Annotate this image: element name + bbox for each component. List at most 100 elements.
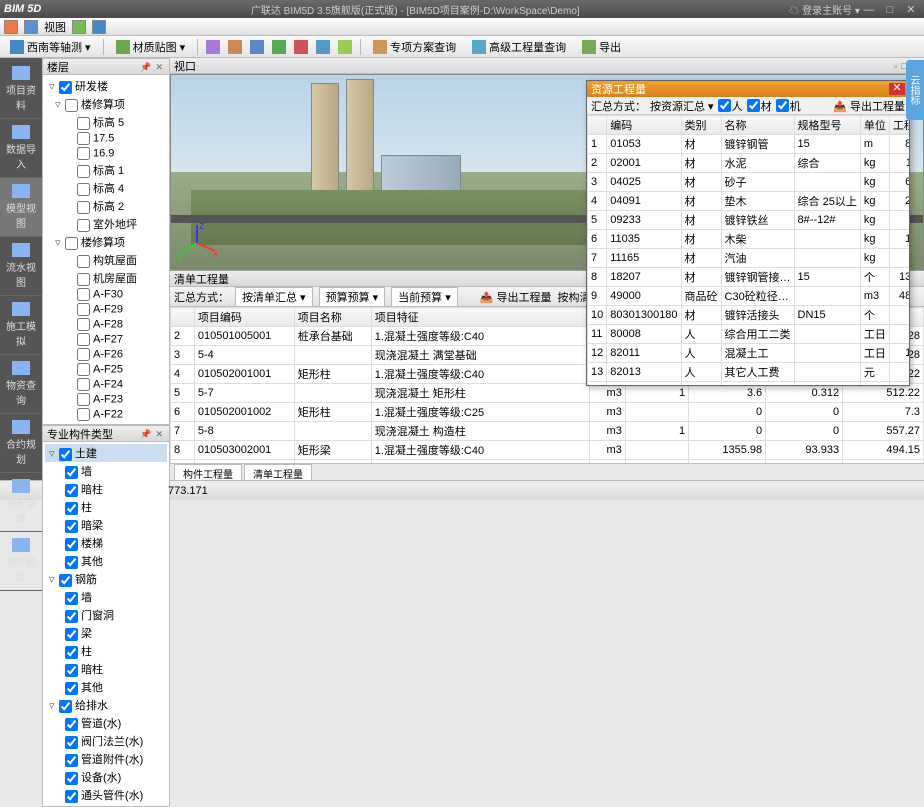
- tree-node[interactable]: A-F30: [45, 287, 167, 302]
- resource-table[interactable]: 编码类别名称规格型号单位工程量单价合价(元)101053材镀锌钢管15m862.…: [587, 115, 909, 385]
- res-export-button[interactable]: 📤 导出工程量: [833, 98, 905, 114]
- tree-node[interactable]: 17.5: [45, 131, 167, 146]
- tree-node[interactable]: 标高 4: [45, 179, 167, 197]
- nav-合约规划[interactable]: 合约规划: [0, 414, 42, 473]
- table-row[interactable]: 80105030020​01矩形梁1.混凝土强度等级:C40m31355.989…: [171, 441, 924, 460]
- qty-current-select[interactable]: 当前预算 ▾: [391, 287, 458, 307]
- tree-node[interactable]: 标高 1: [45, 161, 167, 179]
- tree-node[interactable]: 暗梁: [45, 516, 167, 534]
- type-tree[interactable]: ▿土建墙暗柱柱暗梁楼梯其他▿钢筋墙门窗洞梁柱暗柱其他▿给排水管道(水)阀门法兰(…: [43, 442, 169, 806]
- tree-node[interactable]: A-F28: [45, 317, 167, 332]
- tree-node[interactable]: 通头管件(水): [45, 786, 167, 804]
- home-icon[interactable]: [4, 20, 18, 34]
- qty-summary-select[interactable]: 按清单汇总 ▾: [235, 287, 313, 307]
- tree-node[interactable]: ▿研发楼: [45, 77, 167, 95]
- tree-node[interactable]: 标高 2: [45, 197, 167, 215]
- adv-qty-button[interactable]: 高级工程量查询: [468, 38, 570, 56]
- table-row[interactable]: 1382013人其它人工费元67.628167.63: [588, 363, 910, 382]
- table-row[interactable]: 711165材汽油kg19.4434.6790.8: [588, 249, 910, 268]
- tree-node[interactable]: 管道附件(水): [45, 750, 167, 768]
- table-row[interactable]: 60105020010​02矩形柱1.混凝土强度等级:C25m3007.3: [171, 403, 924, 422]
- export-button[interactable]: 导出: [578, 38, 625, 56]
- nav-数据导入[interactable]: 数据导入: [0, 119, 42, 178]
- table-row[interactable]: 404091材垫木综合 25以上kg262.0590.45117.93: [588, 192, 910, 211]
- table-row[interactable]: 509233材镀锌铁丝8#--12#kg11.8353.8545.56: [588, 211, 910, 230]
- res-summary-select[interactable]: 按资源汇总 ▾: [650, 98, 714, 114]
- tree-node[interactable]: 暗柱: [45, 480, 167, 498]
- special-plan-button[interactable]: 专项方案查询: [369, 38, 460, 56]
- user-menu[interactable]: ☁ 登录主账号 ▾: [789, 2, 860, 17]
- tree-node[interactable]: 阀门法兰(水): [45, 732, 167, 750]
- close-button[interactable]: ✕: [902, 3, 920, 16]
- tree-node[interactable]: 构筑屋面: [45, 251, 167, 269]
- minimize-button[interactable]: —: [860, 4, 878, 16]
- tree-node[interactable]: 室外地坪: [45, 215, 167, 233]
- table-row[interactable]: 75-8现浇混凝土 构造柱m3100557.27: [171, 422, 924, 441]
- cloud-indicator-button[interactable]: 云指标: [906, 60, 924, 120]
- table-row[interactable]: 611035材木柴kg140.7870.6186.63: [588, 230, 910, 249]
- tree-node[interactable]: A-F25: [45, 362, 167, 377]
- tree-node[interactable]: ▿楼修算项: [45, 95, 167, 113]
- table-row[interactable]: 818207材镀锌钢管接…15个1383.8410.52719.6: [588, 268, 910, 287]
- tree-node[interactable]: 其他: [45, 678, 167, 696]
- nav-施工模拟[interactable]: 施工模拟: [0, 296, 42, 355]
- tool3-icon[interactable]: [250, 40, 264, 54]
- table-row[interactable]: 202001材水泥综合kg113.2770.3741.91: [588, 154, 910, 173]
- tree-node[interactable]: 管道(水): [45, 714, 167, 732]
- axis-view-dropdown[interactable]: 西南等轴测 ▾: [6, 38, 95, 56]
- tree-node[interactable]: A-F29: [45, 302, 167, 317]
- qty-export-button[interactable]: 📤 导出工程量: [480, 289, 552, 305]
- tree-node[interactable]: ▿钢筋: [45, 570, 167, 588]
- nav-项目资料[interactable]: 项目资料: [0, 60, 42, 119]
- table-row[interactable]: 1180008人综合用工二类工日14.5644806990.72: [588, 325, 910, 344]
- tree-node[interactable]: 柱: [45, 498, 167, 516]
- tree-node[interactable]: ▿楼修算项: [45, 233, 167, 251]
- panel-close-icon[interactable]: ✕: [153, 62, 165, 72]
- tree-node[interactable]: A-F22: [45, 407, 167, 422]
- maximize-button[interactable]: □: [881, 4, 899, 16]
- table-row[interactable]: 1080301300​180材镀锌活接头DN15个35.4058.68308.5…: [588, 306, 910, 325]
- panel-close-icon[interactable]: ✕: [153, 429, 165, 439]
- tree-node[interactable]: A-F27: [45, 332, 167, 347]
- tree-node[interactable]: 设备(水): [45, 768, 167, 786]
- tree-node[interactable]: ▿土建: [45, 444, 167, 462]
- table-row[interactable]: 55-7现浇混凝土 矩形柱m313.60.312512.22: [171, 384, 924, 403]
- nav-流水视图[interactable]: 流水视图: [0, 237, 42, 296]
- resource-close-button[interactable]: ✕: [889, 83, 905, 95]
- filter-machine[interactable]: 机: [776, 98, 801, 114]
- tree-node[interactable]: 梁: [45, 624, 167, 642]
- tree-node[interactable]: 门窗洞: [45, 606, 167, 624]
- tool2-icon[interactable]: [228, 40, 242, 54]
- tool6-icon[interactable]: [316, 40, 330, 54]
- table-row[interactable]: 1484004机其他材料费元31746.666131746.65: [588, 382, 910, 386]
- pin-icon[interactable]: 📌: [138, 429, 153, 439]
- qty-budget-select[interactable]: 预算预算 ▾: [319, 287, 386, 307]
- tree-node[interactable]: 墙: [45, 462, 167, 480]
- tree-node[interactable]: 16.9: [45, 146, 167, 161]
- tree-node[interactable]: 墙: [45, 588, 167, 606]
- nav-报表管理[interactable]: 报表管理: [0, 473, 42, 532]
- vp-min-icon[interactable]: ▫: [892, 61, 899, 71]
- table-row[interactable]: 1282011人混凝土工工日147.09132.534784.88: [588, 344, 910, 363]
- tree-node[interactable]: A-F23: [45, 392, 167, 407]
- tree-node[interactable]: A-F24: [45, 377, 167, 392]
- table-row[interactable]: 101053材镀锌钢管15m862.2593.993440.41: [588, 135, 910, 154]
- table-row[interactable]: 949000商品砼C30砼粒径…m34813.71341019810002.98: [588, 287, 910, 306]
- filter-person[interactable]: 人: [718, 98, 743, 114]
- tool5-icon[interactable]: [294, 40, 308, 54]
- tool7-icon[interactable]: [338, 40, 352, 54]
- save-icon[interactable]: [92, 20, 106, 34]
- resource-panel[interactable]: 资源工程量 ✕ 汇总方式： 按资源汇总 ▾ 人 材 机 📤 导出工程量 编码类别…: [586, 80, 910, 386]
- view-icon[interactable]: [24, 20, 38, 34]
- tree-node[interactable]: 机房屋面: [45, 269, 167, 287]
- floor-tree[interactable]: ▿研发楼▿楼修算项标高 517.516.9标高 1标高 4标高 2室外地坪▿楼修…: [43, 75, 169, 424]
- nav-模型视图[interactable]: 模型视图: [0, 178, 42, 237]
- material-paste-dropdown[interactable]: 材质贴图 ▾: [112, 38, 190, 56]
- pin-icon[interactable]: 📌: [138, 62, 153, 72]
- tab-component-qty[interactable]: 构件工程量: [174, 464, 242, 480]
- axis-gizmo[interactable]: x y z: [177, 223, 217, 263]
- nav-物资查询[interactable]: 物资查询: [0, 355, 42, 414]
- tool1-icon[interactable]: [206, 40, 220, 54]
- tree-node[interactable]: A-F26: [45, 347, 167, 362]
- filter-material[interactable]: 材: [747, 98, 772, 114]
